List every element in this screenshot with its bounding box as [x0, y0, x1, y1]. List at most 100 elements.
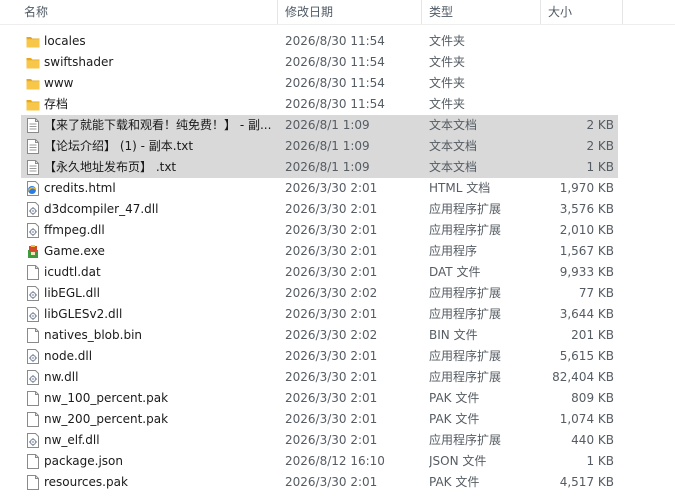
file-modified-date: 2026/8/1 1:09: [285, 160, 370, 174]
file-modified-date: 2026/3/30 2:01: [285, 433, 378, 447]
file-modified-date: 2026/3/30 2:01: [285, 475, 378, 489]
sort-indicator-icon[interactable]: ^: [145, 0, 153, 3]
file-row[interactable]: 【来了就能下载和观看！纯免费！】 - 副... 2026/8/1 1:09 文本文档…: [0, 115, 675, 136]
file-row[interactable]: swiftshader 2026/8/30 11:54 文件夹: [0, 52, 675, 73]
file-size: 1,074 KB: [559, 412, 614, 426]
generic-file-icon: [26, 391, 40, 406]
file-type: 应用程序扩展: [429, 433, 502, 447]
dll-file-icon: [26, 223, 40, 238]
file-row[interactable]: nw_200_percent.pak 2026/3/30 2:01 PAK 文件 1,…: [0, 409, 675, 430]
file-row[interactable]: nw_elf.dll 2026/3/30 2:01 应用程序扩展 440 KB: [0, 430, 675, 451]
file-type: 应用程序扩展: [429, 286, 502, 300]
file-row[interactable]: 【论坛介绍】 (1) - 副本.txt 2026/8/1 1:09 文本文档 2 KB: [0, 136, 675, 157]
file-type: 文本文档: [429, 160, 478, 174]
file-row[interactable]: ffmpeg.dll 2026/3/30 2:01 应用程序扩展 2,010 KB: [0, 220, 675, 241]
file-type: PAK 文件: [429, 475, 480, 489]
dll-file-icon: [26, 370, 40, 385]
file-row[interactable]: d3dcompiler_47.dll 2026/3/30 2:01 应用程序扩展 3,…: [0, 199, 675, 220]
file-row[interactable]: 【永久地址发布页】 .txt 2026/8/1 1:09 文本文档 1 KB: [0, 157, 675, 178]
generic-file-icon: [26, 328, 40, 343]
file-type: JSON 文件: [429, 454, 487, 468]
column-divider[interactable]: [421, 0, 422, 24]
generic-file-icon: [26, 475, 40, 490]
file-name: credits.html: [44, 181, 116, 195]
file-type: 文本文档: [429, 139, 478, 153]
file-type: DAT 文件: [429, 265, 481, 279]
file-modified-date: 2026/3/30 2:01: [285, 349, 378, 363]
file-size: 1,970 KB: [559, 181, 614, 195]
file-row[interactable]: node.dll 2026/3/30 2:01 应用程序扩展 5,615 KB: [0, 346, 675, 367]
file-size: 2 KB: [586, 118, 614, 132]
text-file-icon: [26, 139, 40, 154]
file-modified-date: 2026/3/30 2:01: [285, 307, 378, 321]
dll-file-icon: [26, 307, 40, 322]
file-size: 5,615 KB: [559, 349, 614, 363]
file-size: [540, 73, 614, 94]
file-modified-date: 2026/8/30 11:54: [285, 34, 385, 48]
file-name: nw.dll: [44, 370, 79, 384]
file-size: [540, 52, 614, 73]
file-row[interactable]: icudtl.dat 2026/3/30 2:01 DAT 文件 9,933 KB: [0, 262, 675, 283]
file-size: 809 KB: [571, 391, 614, 405]
file-row[interactable]: 存档 2026/8/30 11:54 文件夹: [0, 94, 675, 115]
file-size: 4,517 KB: [559, 475, 614, 489]
file-name: ffmpeg.dll: [44, 223, 105, 237]
file-size: 82,404 KB: [552, 370, 614, 384]
column-size-header[interactable]: 大小: [548, 0, 572, 24]
file-name: 【论坛介绍】 (1) - 副本.txt: [44, 139, 194, 153]
file-row[interactable]: credits.html 2026/3/30 2:01 HTML 文档 1,970 K…: [0, 178, 675, 199]
file-row[interactable]: natives_blob.bin 2026/3/30 2:02 BIN 文件 201 …: [0, 325, 675, 346]
file-name: 【来了就能下载和观看！纯免费！】 - 副...: [44, 118, 272, 132]
file-modified-date: 2026/3/30 2:01: [285, 412, 378, 426]
file-name: resources.pak: [44, 475, 128, 489]
dll-file-icon: [26, 286, 40, 301]
file-row[interactable]: resources.pak 2026/3/30 2:01 PAK 文件 4,517 K…: [0, 472, 675, 493]
file-modified-date: 2026/3/30 2:02: [285, 286, 378, 300]
file-row[interactable]: nw.dll 2026/3/30 2:01 应用程序扩展 82,404 KB: [0, 367, 675, 388]
file-size: 9,933 KB: [559, 265, 614, 279]
generic-file-icon: [26, 454, 40, 469]
file-size: 201 KB: [571, 328, 614, 342]
dll-file-icon: [26, 433, 40, 448]
generic-file-icon: [26, 412, 40, 427]
file-row[interactable]: libEGL.dll 2026/3/30 2:02 应用程序扩展 77 KB: [0, 283, 675, 304]
file-row[interactable]: www 2026/8/30 11:54 文件夹: [0, 73, 675, 94]
file-row[interactable]: nw_100_percent.pak 2026/3/30 2:01 PAK 文件 80…: [0, 388, 675, 409]
file-type: 应用程序扩展: [429, 202, 502, 216]
file-type: 应用程序扩展: [429, 349, 502, 363]
column-name-header[interactable]: 名称: [24, 0, 48, 24]
generic-file-icon: [26, 265, 40, 280]
column-type-header[interactable]: 类型: [429, 0, 453, 24]
column-divider[interactable]: [540, 0, 541, 24]
file-name: nw_200_percent.pak: [44, 412, 169, 426]
file-name: nw_100_percent.pak: [44, 391, 169, 405]
file-row[interactable]: package.json 2026/8/12 16:10 JSON 文件 1 KB: [0, 451, 675, 472]
file-modified-date: 2026/3/30 2:02: [285, 328, 378, 342]
file-modified-date: 2026/8/30 11:54: [285, 55, 385, 69]
file-name: swiftshader: [44, 55, 114, 69]
file-type: 应用程序扩展: [429, 223, 502, 237]
file-row[interactable]: locales 2026/8/30 11:54 文件夹: [0, 31, 675, 52]
file-name: libEGL.dll: [44, 286, 100, 300]
file-modified-date: 2026/8/1 1:09: [285, 139, 370, 153]
file-explorer-list: ^ 名称 修改日期 类型 大小 locales 2026/8/30 11:54 文件…: [0, 0, 675, 499]
column-date-header[interactable]: 修改日期: [285, 0, 333, 24]
file-name: 存档: [44, 97, 69, 111]
file-size: 2,010 KB: [559, 223, 614, 237]
game-exe-icon: [26, 244, 40, 259]
file-type: PAK 文件: [429, 391, 480, 405]
folder-icon: [26, 76, 40, 91]
file-modified-date: 2026/3/30 2:01: [285, 265, 378, 279]
file-row[interactable]: Game.exe 2026/3/30 2:01 应用程序 1,567 KB: [0, 241, 675, 262]
file-row[interactable]: libGLESv2.dll 2026/3/30 2:01 应用程序扩展 3,644 K…: [0, 304, 675, 325]
dll-file-icon: [26, 349, 40, 364]
file-name: locales: [44, 34, 86, 48]
file-name: natives_blob.bin: [44, 328, 143, 342]
column-divider[interactable]: [277, 0, 278, 24]
file-type: 应用程序扩展: [429, 307, 502, 321]
file-type: HTML 文档: [429, 181, 491, 195]
file-modified-date: 2026/8/30 11:54: [285, 97, 385, 111]
file-type: 应用程序扩展: [429, 370, 502, 384]
column-divider[interactable]: [622, 0, 623, 24]
file-name: package.json: [44, 454, 124, 468]
